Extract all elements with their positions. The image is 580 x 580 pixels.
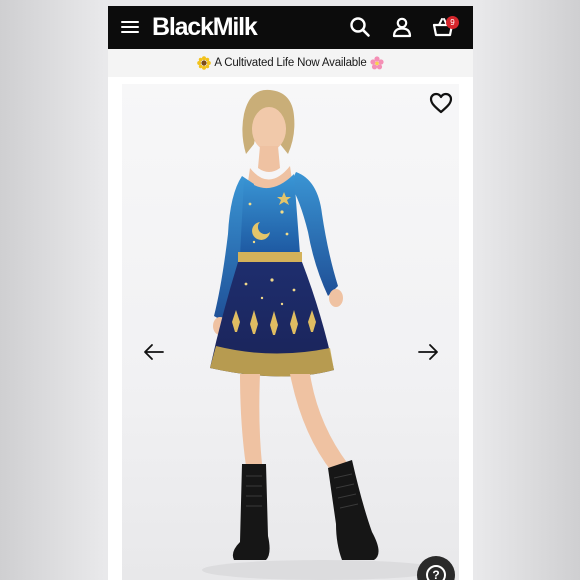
product-image[interactable] [122,84,459,580]
model-wearing-dress-illustration [202,89,442,580]
cart-count-badge: 9 [446,16,459,29]
brand-logo[interactable]: BlackMilk [152,12,258,42]
pink-flower-icon [369,56,384,70]
help-question-icon: ? [426,565,446,580]
arrow-left-icon[interactable] [143,343,165,361]
top-navigation-bar: BlackMilk 9 [108,6,473,49]
account-icon[interactable] [391,16,413,38]
hamburger-menu-icon[interactable] [121,19,139,35]
promo-text[interactable]: A Cultivated Life Now Available [214,57,366,69]
sunflower-icon [197,56,212,70]
wishlist-heart-icon[interactable] [429,92,453,114]
search-icon[interactable] [349,16,371,38]
promo-banner[interactable]: A Cultivated Life Now Available [108,49,473,77]
arrow-right-icon[interactable] [417,343,439,361]
phone-screen: BlackMilk 9 A Cultivated Life Now Availa… [108,6,473,580]
